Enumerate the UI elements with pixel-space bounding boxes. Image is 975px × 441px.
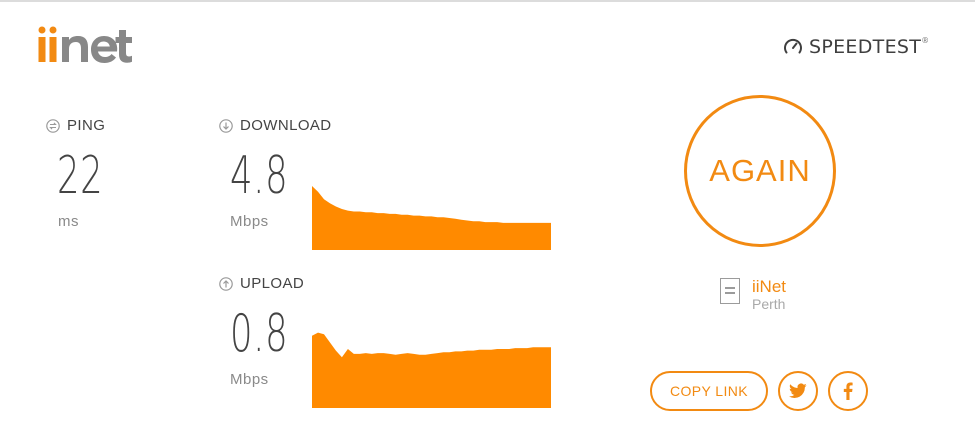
server-location: Perth bbox=[752, 296, 786, 312]
speedtest-brand: SPEEDTEST® bbox=[783, 36, 929, 58]
download-graph-area bbox=[312, 186, 551, 250]
server-info[interactable]: iiNet Perth bbox=[720, 278, 786, 312]
upload-label-group: UPLOAD bbox=[219, 275, 304, 292]
ping-label-group: PING bbox=[46, 117, 105, 134]
download-value: 4.8 bbox=[230, 146, 289, 206]
upload-value: 0.8 bbox=[230, 304, 289, 364]
speedtest-label: SPEEDTEST bbox=[809, 36, 922, 58]
upload-label: UPLOAD bbox=[240, 275, 305, 292]
upload-graph-area bbox=[312, 332, 551, 408]
server-name[interactable]: iiNet bbox=[752, 278, 786, 296]
download-unit: Mbps bbox=[230, 213, 269, 230]
iinet-logo bbox=[37, 26, 137, 66]
copy-link-button[interactable]: COPY LINK bbox=[650, 371, 768, 411]
download-label: DOWNLOAD bbox=[240, 117, 332, 134]
top-divider bbox=[0, 0, 975, 2]
gauge-icon bbox=[784, 38, 802, 54]
download-label-group: DOWNLOAD bbox=[219, 117, 332, 134]
upload-unit: Mbps bbox=[230, 371, 269, 388]
facebook-icon bbox=[843, 382, 853, 400]
ping-icon bbox=[46, 118, 60, 133]
download-icon bbox=[219, 118, 233, 133]
twitter-icon bbox=[789, 383, 807, 398]
again-button[interactable]: AGAIN bbox=[684, 95, 836, 247]
server-icon bbox=[720, 278, 740, 304]
ping-value: 22 bbox=[57, 146, 104, 206]
upload-graph bbox=[312, 332, 551, 408]
trademark: ® bbox=[921, 36, 930, 45]
download-graph bbox=[312, 186, 551, 250]
upload-icon bbox=[219, 276, 233, 291]
facebook-button[interactable] bbox=[828, 371, 868, 411]
ping-label: PING bbox=[67, 117, 106, 134]
twitter-button[interactable] bbox=[778, 371, 818, 411]
ping-unit: ms bbox=[58, 213, 79, 230]
